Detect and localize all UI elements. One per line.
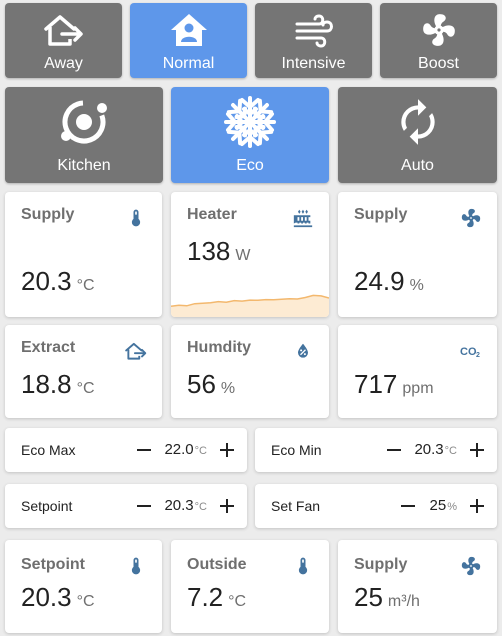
number-control-set-fan: Set Fan 25% <box>255 484 497 528</box>
number-control-eco-max: Eco Max 22.0°C <box>5 428 247 472</box>
number-label: Eco Min <box>271 442 322 458</box>
card-value: 24.9% <box>354 266 424 296</box>
increment-button[interactable] <box>465 438 489 462</box>
card-unit: % <box>409 277 424 294</box>
decrement-button[interactable] <box>132 438 156 462</box>
card-unit: % <box>220 380 236 397</box>
home-export-icon <box>124 339 148 363</box>
sensor-card-heater[interactable]: Heater 138 W <box>171 192 329 317</box>
card-title: Humdity <box>187 339 251 356</box>
number-label: Setpoint <box>21 498 73 514</box>
card-unit: m³/h <box>387 593 420 610</box>
mode-label-boost: Boost <box>418 55 459 72</box>
mode-button-eco[interactable]: Eco <box>171 87 329 183</box>
mode-label-intensive: Intensive <box>281 55 346 72</box>
sensor-card-supply-temperature[interactable]: Supply 20.3 °C <box>5 192 162 317</box>
water-percent-icon <box>291 339 315 363</box>
mode-button-normal[interactable]: Normal <box>130 3 247 78</box>
number-control-setpoint: Setpoint 20.3°C <box>5 484 247 528</box>
home-export-icon <box>42 12 86 48</box>
card-unit: °C <box>228 593 247 610</box>
decrement-button[interactable] <box>382 438 406 462</box>
svg-text:2: 2 <box>476 352 480 358</box>
card-value: 20.3 °C <box>21 266 95 296</box>
home-account-icon <box>169 12 209 48</box>
mode-button-away[interactable]: Away <box>5 3 122 78</box>
card-value: 717 ppm <box>354 369 434 399</box>
card-title: Supply <box>354 206 408 223</box>
fan-icon <box>459 206 483 230</box>
sensor-card-outside[interactable]: Outside 7.2 °C <box>171 540 329 633</box>
mode-button-kitchen[interactable]: Kitchen <box>5 87 163 183</box>
fan-icon <box>459 554 483 578</box>
card-value: 25 m³/h <box>354 582 420 612</box>
fan-icon <box>420 12 458 48</box>
number-label: Eco Max <box>21 442 76 458</box>
card-title: Setpoint <box>21 556 85 573</box>
card-value: 56% <box>187 369 236 399</box>
card-value: 138 W <box>187 236 251 266</box>
decrement-button[interactable] <box>396 494 420 518</box>
increment-button[interactable] <box>465 494 489 518</box>
mode-button-intensive[interactable]: Intensive <box>255 3 372 78</box>
card-value: 20.3 °C <box>21 582 95 612</box>
number-value: 25% <box>429 497 457 514</box>
number-label: Set Fan <box>271 498 321 514</box>
heater-sparkline <box>171 294 329 317</box>
orbit-icon <box>58 97 110 147</box>
increment-button[interactable] <box>215 494 239 518</box>
card-unit: ppm <box>402 380 434 397</box>
card-value: 7.2 °C <box>187 582 247 612</box>
mode-label-auto: Auto <box>401 157 434 174</box>
card-value: 18.8 °C <box>21 369 95 399</box>
card-unit: °C <box>76 593 95 610</box>
card-unit: °C <box>76 277 95 294</box>
mode-button-auto[interactable]: Auto <box>338 87 497 183</box>
card-title: Supply <box>354 556 408 573</box>
sensor-card-setpoint[interactable]: Setpoint 20.3 °C <box>5 540 162 633</box>
card-title: Heater <box>187 206 237 223</box>
number-value: 20.3°C <box>414 441 457 458</box>
thermometer-icon <box>291 554 315 578</box>
sensor-card-supply-flow[interactable]: Supply 25 m³/h <box>338 540 497 633</box>
number-control-eco-min: Eco Min 20.3°C <box>255 428 497 472</box>
thermometer-icon <box>124 554 148 578</box>
sensor-card-extract[interactable]: Extract 18.8 °C <box>5 325 162 418</box>
radiator-icon <box>291 206 315 230</box>
number-value: 20.3°C <box>164 497 207 514</box>
co2-icon: CO 2 <box>459 339 483 363</box>
mode-label-normal: Normal <box>162 55 215 72</box>
card-title: Outside <box>187 556 247 573</box>
card-unit: W <box>235 247 251 264</box>
sensor-card-humidity[interactable]: Humdity 56% <box>171 325 329 418</box>
sensor-card-co2[interactable]: CO 2 717 ppm <box>338 325 497 418</box>
snowflake-icon <box>222 96 278 148</box>
mode-button-boost[interactable]: Boost <box>380 3 497 78</box>
autorenew-icon <box>393 97 443 147</box>
weather-windy-icon <box>293 12 335 48</box>
decrement-button[interactable] <box>132 494 156 518</box>
card-unit: °C <box>76 380 95 397</box>
number-value: 22.0°C <box>164 441 207 458</box>
sensor-card-supply-fan[interactable]: Supply 24.9% <box>338 192 497 317</box>
increment-button[interactable] <box>215 438 239 462</box>
card-title: Extract <box>21 339 76 356</box>
card-title: Supply <box>21 206 75 223</box>
mode-label-eco: Eco <box>236 157 264 174</box>
thermometer-icon <box>124 206 148 230</box>
mode-label-kitchen: Kitchen <box>57 157 111 174</box>
mode-label-away: Away <box>44 55 83 72</box>
svg-text:CO: CO <box>460 346 477 358</box>
